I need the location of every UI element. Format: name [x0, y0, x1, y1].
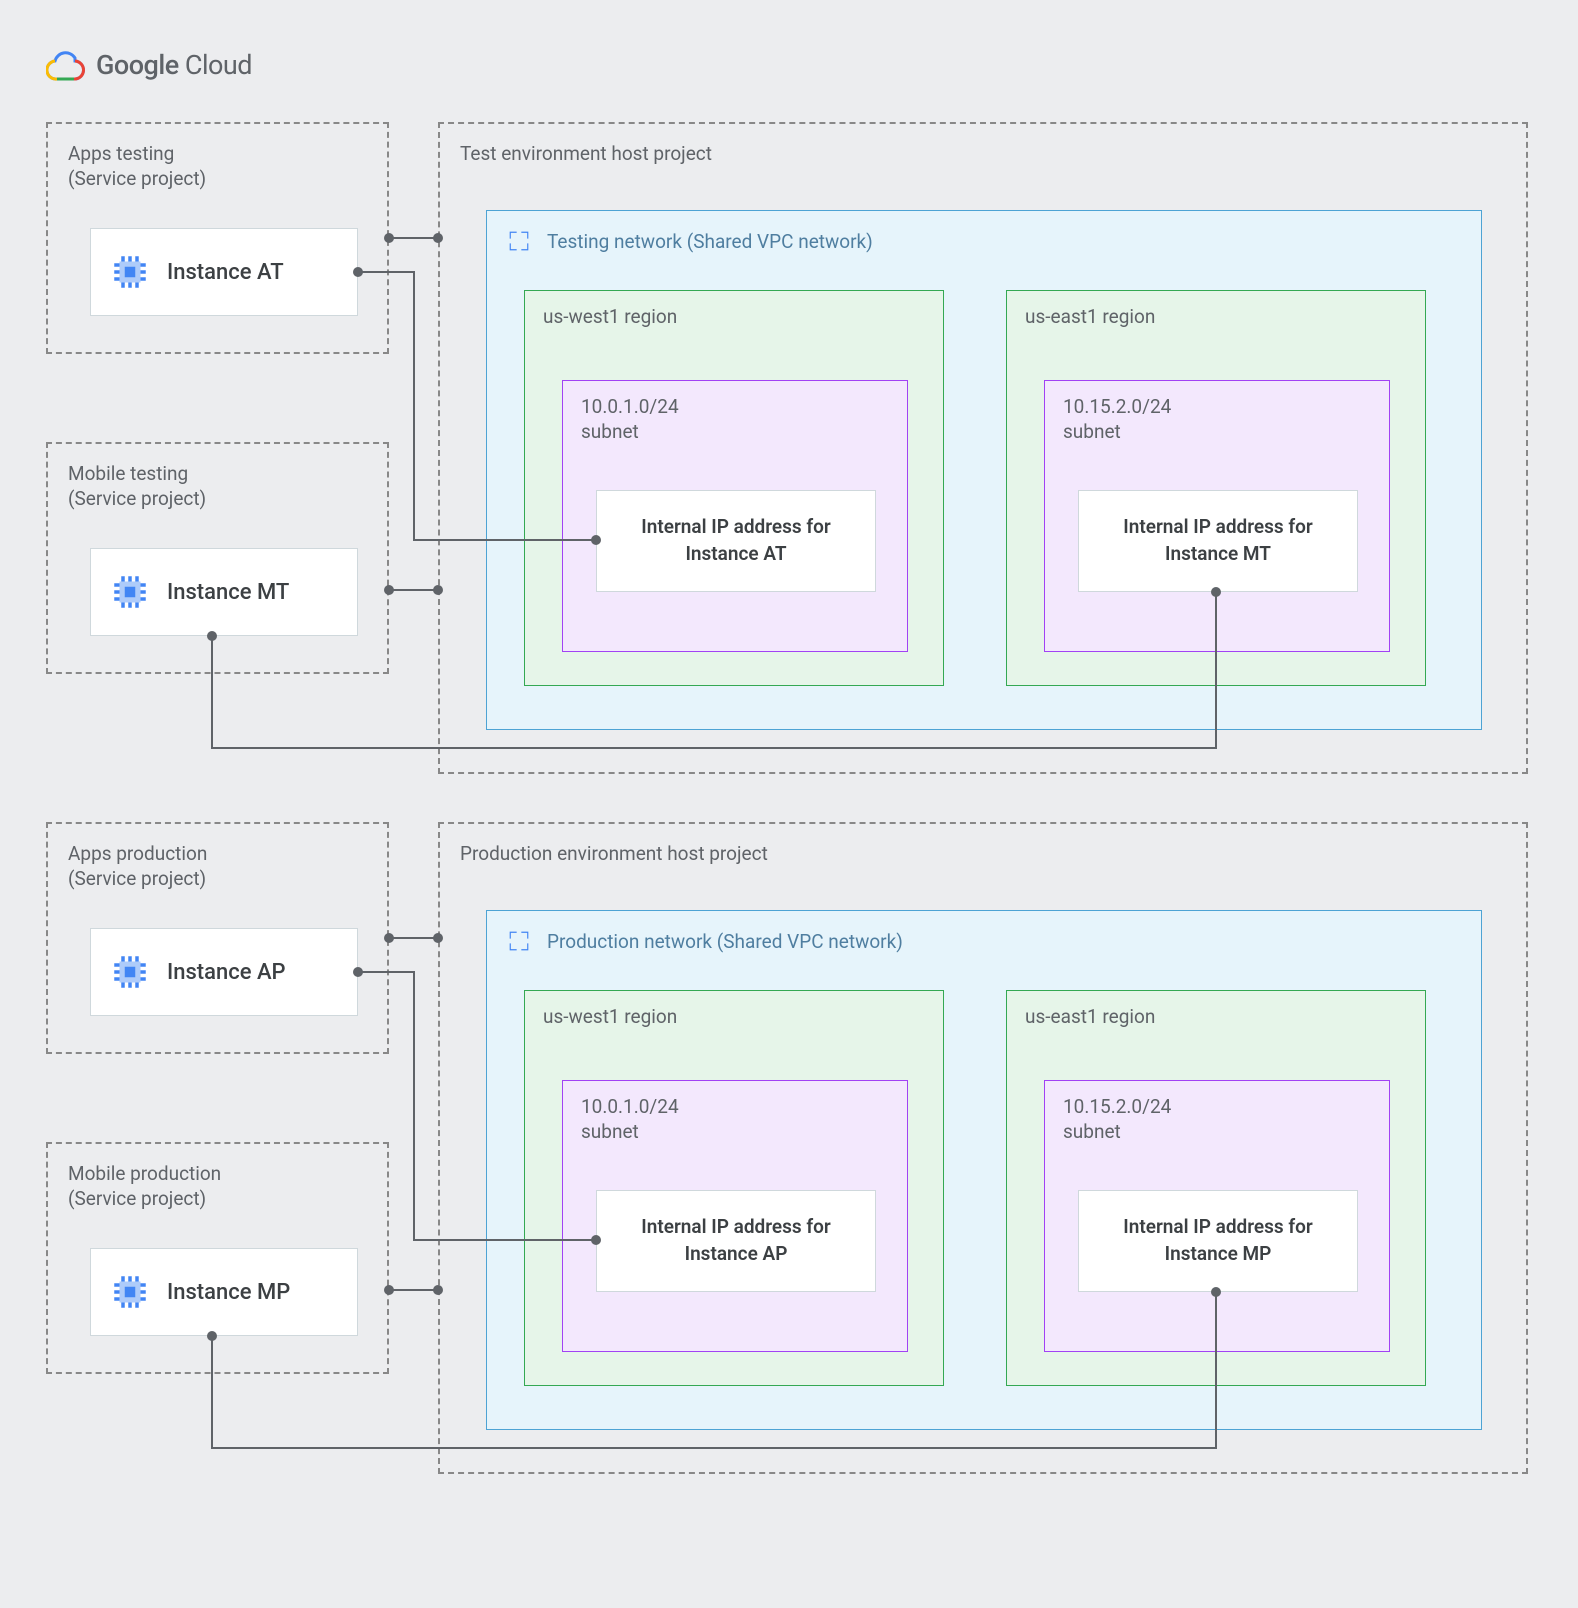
connector-mp-ip — [207, 1287, 1221, 1448]
connector-at-host — [384, 233, 443, 243]
connectors-layer — [0, 0, 1578, 1608]
connector-mt-ip — [207, 587, 1221, 748]
connector-mp-host — [384, 1285, 443, 1295]
connector-mt-host — [384, 585, 443, 595]
connector-ap-ip — [353, 967, 601, 1245]
connector-ap-host — [384, 933, 443, 943]
connector-at-ip — [353, 267, 601, 545]
